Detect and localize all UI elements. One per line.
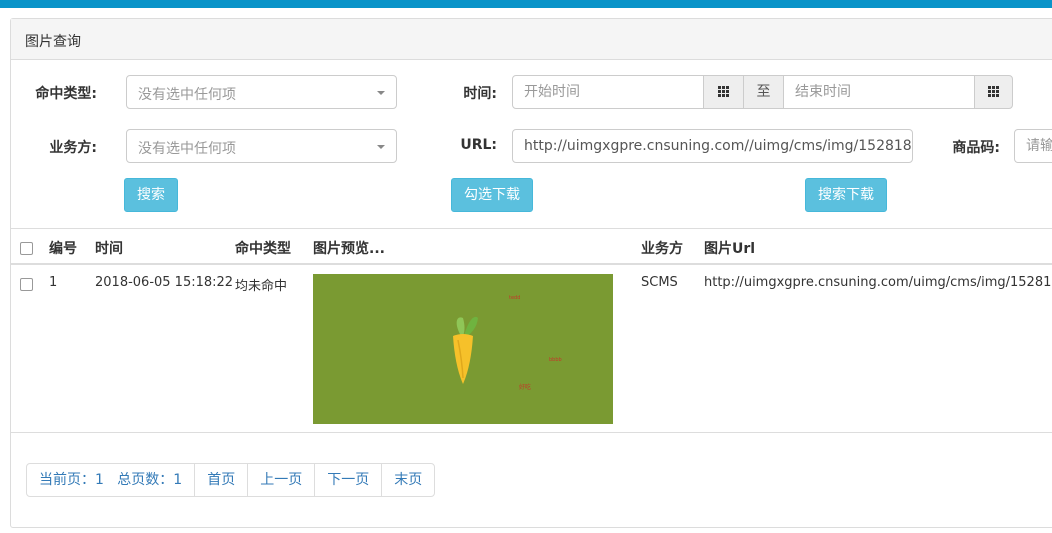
hit-type-label: 命中类型: [35,86,97,102]
table-header-row: 编号 时间 命中类型 图片预览... 业务方 图片Url [11,228,1052,265]
next-page-link[interactable]: 下一页 [314,464,381,496]
hit-type-select[interactable]: 没有选中任何项 [126,75,397,109]
first-page-link[interactable]: 首页 [194,464,247,496]
chevron-down-icon [377,91,385,95]
url-label: URL: [460,137,497,153]
last-page-link[interactable]: 末页 [381,464,434,496]
select-all-checkbox[interactable] [20,242,33,255]
header-url: 图片Url [704,241,756,257]
time-label: 时间: [463,86,497,102]
end-time-calendar-button[interactable] [974,75,1013,109]
hit-type-placeholder: 没有选中任何项 [138,87,236,103]
image-preview[interactable]: tedd bbbb 好吃 [313,274,613,424]
row-url[interactable]: http://uimgxgpre.cnsuning.com/uimg/cms/i… [704,275,1052,290]
product-code-input[interactable]: 请输 [1014,129,1052,163]
prev-page-link[interactable]: 上一页 [247,464,314,496]
panel-title: 图片查询 [25,34,81,50]
header-preview: 图片预览... [313,241,385,257]
preview-text: tedd [509,295,521,301]
preview-text: bbbb [549,357,562,363]
page-info: 当前页：1 总页数：1 [27,464,194,496]
check-download-button[interactable]: 勾选下载 [451,178,533,212]
preview-text: 好吃 [519,384,532,391]
row-id: 1 [49,275,58,290]
search-button[interactable]: 搜索 [124,178,178,212]
table-row: 1 2018-06-05 15:18:22 均未命中 tedd bbbb 好吃 … [11,265,1052,433]
pagination: 当前页：1 总页数：1 首页 上一页 下一页 末页 [26,463,436,497]
start-time-input[interactable]: 开始时间 [512,75,704,109]
header-id: 编号 [49,241,77,257]
total-pages-label: 总页数： [117,472,174,488]
to-separator: 至 [743,75,784,109]
header-hit-type: 命中类型 [235,241,291,257]
image-query-panel: 图片查询 命中类型: 没有选中任何项 时间: 开始时间 至 结束时间 业务方: … [10,18,1052,528]
current-page-number: 1 [95,472,104,488]
carrot-image [453,316,478,384]
url-input[interactable]: http://uimgxgpre.cnsuning.com//uimg/cms/… [512,129,913,163]
calendar-grid-icon [717,86,730,98]
calendar-grid-icon [987,86,1000,98]
row-time: 2018-06-05 15:18:22 [95,275,234,290]
row-hit-type: 均未命中 [235,279,288,294]
business-label: 业务方: [49,140,97,156]
header-business: 业务方 [641,241,683,257]
business-select[interactable]: 没有选中任何项 [126,129,397,163]
panel-heading: 图片查询 [11,19,1052,60]
header-time: 时间 [95,241,123,257]
total-pages-number: 1 [173,472,183,488]
row-business: SCMS [641,275,678,290]
business-placeholder: 没有选中任何项 [138,141,236,157]
end-time-input[interactable]: 结束时间 [783,75,975,109]
top-accent-bar [0,0,1052,8]
search-download-button[interactable]: 搜索下载 [805,178,887,212]
start-time-calendar-button[interactable] [703,75,744,109]
product-code-label: 商品码: [952,140,1000,156]
current-page-label: 当前页： [39,472,95,488]
chevron-down-icon [377,145,385,149]
row-checkbox[interactable] [20,278,33,291]
